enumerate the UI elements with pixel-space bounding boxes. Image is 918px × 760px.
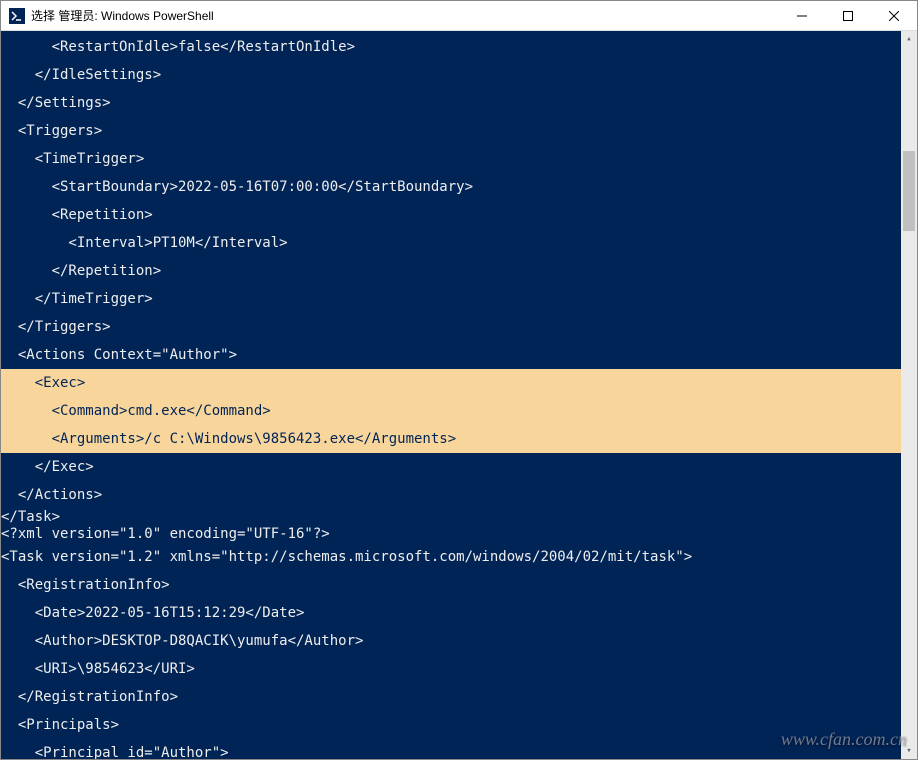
terminal-line: <Principal id="Author"> — [1, 739, 917, 759]
vertical-scrollbar[interactable]: ▴ ▾ — [901, 31, 917, 759]
terminal-line: <StartBoundary>2022-05-16T07:00:00</Star… — [1, 173, 917, 201]
terminal-line: <Interval>PT10M</Interval> — [1, 229, 917, 257]
terminal-line: </IdleSettings> — [1, 61, 917, 89]
scroll-thumb[interactable] — [903, 151, 915, 231]
scroll-up-button[interactable]: ▴ — [901, 31, 917, 47]
terminal-line: <Author>DESKTOP-D8QACIK\yumufa</Author> — [1, 627, 917, 655]
terminal-line: <RestartOnIdle>false</RestartOnIdle> — [1, 33, 917, 61]
terminal-line: <Task version="1.2" xmlns="http://schema… — [1, 543, 917, 571]
terminal-line: </Task> — [1, 509, 917, 526]
terminal-line: <TimeTrigger> — [1, 145, 917, 173]
terminal-line: <Date>2022-05-16T15:12:29</Date> — [1, 599, 917, 627]
terminal-area[interactable]: <RestartOnIdle>false</RestartOnIdle> </I… — [1, 31, 917, 759]
terminal-line: <Triggers> — [1, 117, 917, 145]
terminal-line: <RegistrationInfo> — [1, 571, 917, 599]
terminal-line: </Triggers> — [1, 313, 917, 341]
terminal-line-selected: <Exec> — [1, 369, 917, 397]
terminal-line-selected: <Command>cmd.exe</Command> — [1, 397, 917, 425]
minimize-button[interactable] — [779, 1, 825, 31]
maximize-button[interactable] — [825, 1, 871, 31]
terminal-line: </Actions> — [1, 481, 917, 509]
terminal-line: <Repetition> — [1, 201, 917, 229]
terminal-line: </TimeTrigger> — [1, 285, 917, 313]
close-button[interactable] — [871, 1, 917, 31]
window-frame: 选择 管理员: Windows PowerShell <RestartOnIdl… — [0, 0, 918, 760]
terminal-line: </RegistrationInfo> — [1, 683, 917, 711]
terminal-line: </Exec> — [1, 453, 917, 481]
terminal-line: <URI>\9854623</URI> — [1, 655, 917, 683]
titlebar[interactable]: 选择 管理员: Windows PowerShell — [1, 1, 917, 31]
terminal-line: </Repetition> — [1, 257, 917, 285]
window-controls — [779, 1, 917, 31]
scroll-down-button[interactable]: ▾ — [901, 743, 917, 759]
terminal-line: <Actions Context="Author"> — [1, 341, 917, 369]
terminal-line: <Principals> — [1, 711, 917, 739]
window-title: 选择 管理员: Windows PowerShell — [31, 7, 779, 24]
terminal-line: </Settings> — [1, 89, 917, 117]
powershell-icon — [9, 8, 25, 24]
terminal-line-selected: <Arguments>/c C:\Windows\9856423.exe</Ar… — [1, 425, 917, 453]
terminal-line: <?xml version="1.0" encoding="UTF-16"?> — [1, 526, 917, 543]
